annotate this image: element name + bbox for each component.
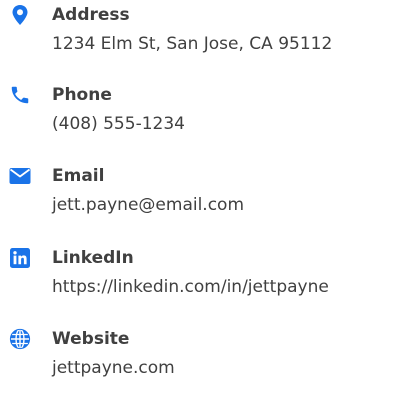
- contact-value-linkedin[interactable]: https://linkedin.com/in/jettpayne: [52, 276, 329, 298]
- contact-item-address: Address 1234 Elm St, San Jose, CA 95112: [0, 0, 407, 70]
- contact-item-phone: Phone (408) 555-1234: [0, 80, 407, 150]
- contact-value-email: jett.payne@email.com: [52, 195, 245, 215]
- contact-label-linkedin: LinkedIn: [52, 248, 134, 268]
- phone-icon: [8, 83, 32, 107]
- contact-value-website[interactable]: jettpayne.com: [52, 357, 175, 379]
- globe-icon: [8, 327, 32, 351]
- contact-label-phone: Phone: [52, 85, 112, 105]
- map-marker-icon: [8, 3, 32, 27]
- contact-item-email: Email jett.payne@email.com: [0, 161, 407, 231]
- contact-value-address: 1234 Elm St, San Jose, CA 95112: [52, 34, 333, 54]
- linkedin-icon: [8, 246, 32, 270]
- contact-label-website: Website: [52, 329, 130, 349]
- contact-item-linkedin: LinkedIn https://linkedin.com/in/jettpay…: [0, 243, 407, 313]
- contact-item-website: Website jettpayne.com: [0, 324, 407, 394]
- contact-value-phone: (408) 555-1234: [52, 114, 185, 134]
- contact-label-address: Address: [52, 5, 130, 25]
- envelope-icon: [8, 164, 32, 188]
- contact-label-email: Email: [52, 166, 105, 186]
